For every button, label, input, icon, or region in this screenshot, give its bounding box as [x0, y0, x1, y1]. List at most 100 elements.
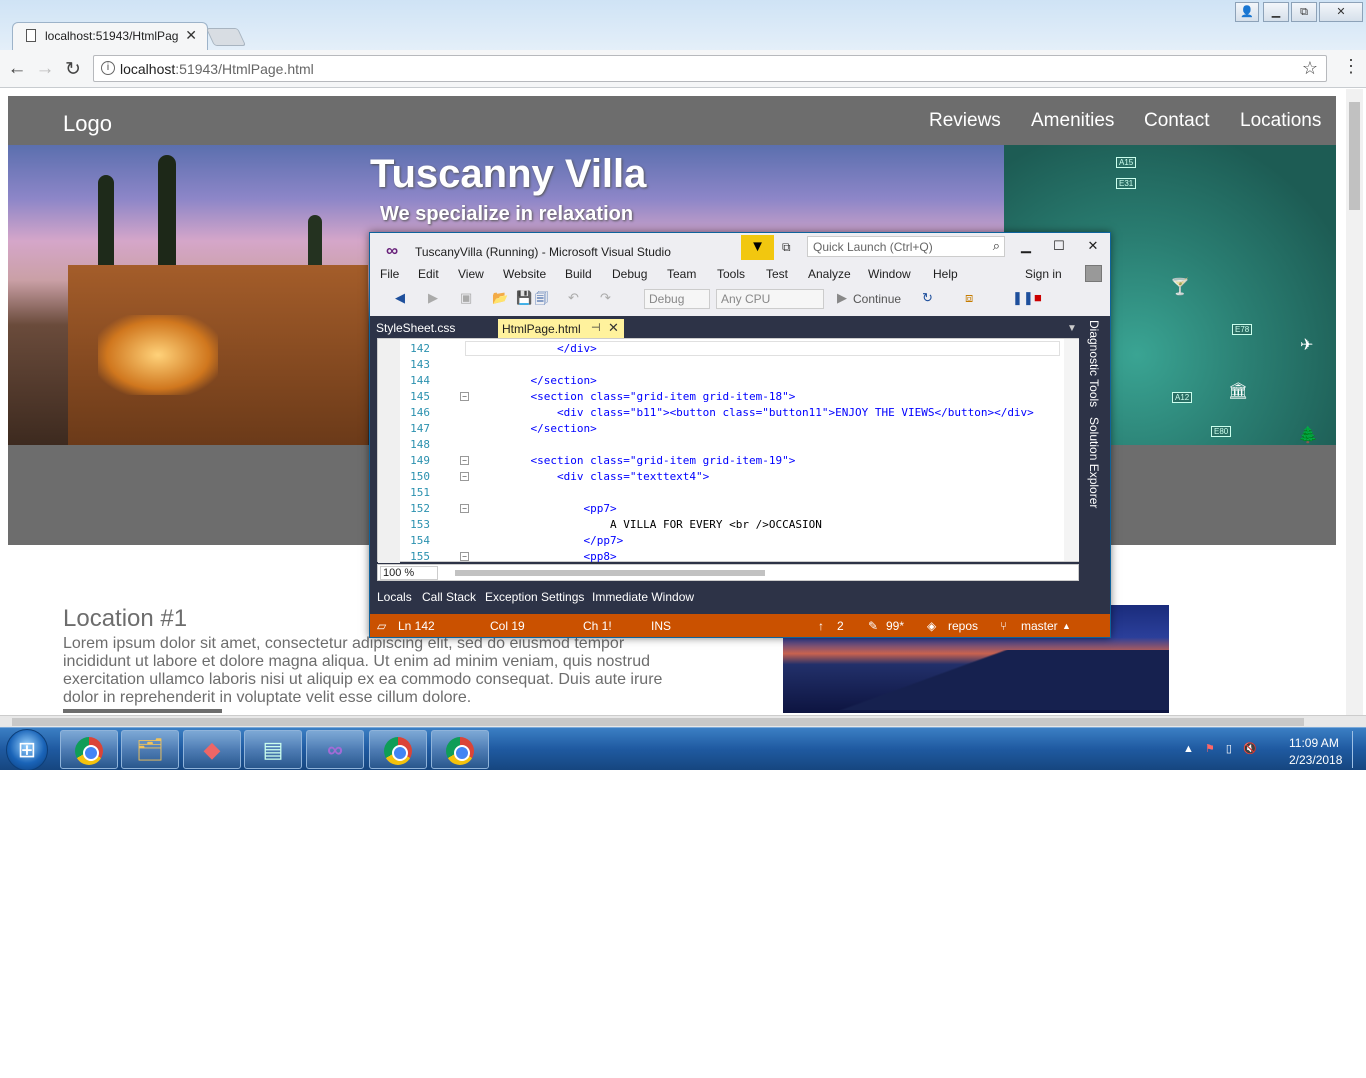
- vs-close-icon[interactable]: ✕: [1083, 238, 1103, 254]
- save-all-icon[interactable]: 🗐: [535, 290, 548, 312]
- pencil-icon[interactable]: ✎: [868, 619, 878, 633]
- back-icon[interactable]: ←: [6, 58, 28, 80]
- solution-explorer-tab[interactable]: Solution Explorer: [1087, 417, 1101, 508]
- tray-expand-icon[interactable]: ▲: [1183, 743, 1194, 755]
- collapse-icon[interactable]: −: [460, 472, 469, 481]
- code-lines[interactable]: 142 143 144 145 146 147 148 149 150 151 …: [400, 340, 1065, 564]
- continue-icon[interactable]: ▶: [837, 290, 847, 306]
- user-profile-button[interactable]: 👤: [1235, 2, 1259, 22]
- tab-call-stack[interactable]: Call Stack: [422, 590, 476, 604]
- avatar[interactable]: [1085, 265, 1102, 282]
- diagnostic-tools-tab[interactable]: Diagnostic Tools: [1087, 320, 1101, 407]
- tab-close-icon[interactable]: ✕: [185, 27, 197, 44]
- windows-start-icon[interactable]: ⊞: [6, 729, 48, 770]
- vs-maximize-icon[interactable]: ☐: [1049, 238, 1069, 254]
- continue-button[interactable]: Continue: [853, 292, 901, 306]
- paint-icon[interactable]: ◆: [183, 730, 241, 769]
- browse-icon[interactable]: ⧈: [965, 290, 973, 306]
- site-logo[interactable]: Logo: [63, 111, 112, 137]
- undo-icon[interactable]: ↶: [568, 290, 579, 306]
- redo-icon[interactable]: ↷: [600, 290, 611, 306]
- status-repo[interactable]: repos: [948, 619, 978, 633]
- browser-tab[interactable]: localhost:51943/HtmlPag ✕: [12, 22, 208, 50]
- menu-build[interactable]: Build: [565, 267, 592, 281]
- menu-view[interactable]: View: [458, 267, 484, 281]
- restore-button[interactable]: ⧉: [1291, 2, 1317, 22]
- vs-minimize-icon[interactable]: ▁: [1016, 238, 1036, 254]
- tab-immediate-window[interactable]: Immediate Window: [592, 590, 694, 604]
- close-window-button[interactable]: ✕: [1319, 2, 1363, 22]
- collapse-icon[interactable]: −: [460, 456, 469, 465]
- new-tab-button[interactable]: [205, 28, 247, 46]
- new-project-icon[interactable]: ▣: [460, 290, 472, 306]
- status-push-count[interactable]: 2: [837, 619, 844, 633]
- nav-reviews[interactable]: Reviews: [929, 110, 1001, 132]
- configuration-dropdown[interactable]: Debug: [644, 289, 710, 309]
- quick-launch-input[interactable]: Quick Launch (Ctrl+Q) ⌕: [807, 236, 1005, 257]
- tab-htmlpage[interactable]: HtmlPage.html ⊣ ✕: [498, 319, 624, 339]
- tab-exception-settings[interactable]: Exception Settings: [485, 590, 584, 604]
- pause-icon[interactable]: ❚❚: [1012, 290, 1034, 306]
- info-icon[interactable]: i: [101, 61, 115, 75]
- menu-window[interactable]: Window: [868, 267, 911, 281]
- filter-icon[interactable]: ▼: [741, 235, 774, 260]
- zoom-dropdown[interactable]: 100 %: [380, 566, 438, 580]
- sign-in-link[interactable]: Sign in: [1025, 267, 1062, 281]
- nav-amenities[interactable]: Amenities: [1031, 110, 1114, 132]
- forward-icon[interactable]: →: [34, 58, 56, 80]
- tab-locals[interactable]: Locals: [377, 590, 412, 604]
- menu-tools[interactable]: Tools: [717, 267, 745, 281]
- notepad-icon[interactable]: ▤: [244, 730, 302, 769]
- collapse-icon[interactable]: −: [460, 504, 469, 513]
- reload-icon[interactable]: ↻: [62, 58, 84, 81]
- menu-edit[interactable]: Edit: [418, 267, 439, 281]
- clock-time[interactable]: 11:09 AM: [1289, 736, 1339, 750]
- page-horizontal-scrollbar[interactable]: [0, 715, 1366, 727]
- collapse-icon[interactable]: −: [460, 392, 469, 401]
- menu-analyze[interactable]: Analyze: [808, 267, 851, 281]
- code-editor[interactable]: 142 143 144 145 146 147 148 149 150 151 …: [377, 338, 1079, 564]
- pin-icon[interactable]: ⊣: [591, 321, 601, 334]
- restart-icon[interactable]: ↻: [922, 290, 933, 306]
- file-explorer-icon[interactable]: 🗂: [121, 730, 179, 769]
- branch-dropdown-icon[interactable]: ▲: [1062, 621, 1071, 631]
- stop-icon[interactable]: ■: [1034, 290, 1042, 305]
- feedback-icon[interactable]: ⧉: [782, 240, 791, 255]
- bookmark-star-icon[interactable]: ☆: [1302, 58, 1318, 79]
- collapse-icon[interactable]: −: [460, 552, 469, 561]
- navigate-back-icon[interactable]: ◀: [395, 290, 405, 306]
- browser-menu-icon[interactable]: ⋮: [1342, 56, 1360, 77]
- menu-test[interactable]: Test: [766, 267, 788, 281]
- editor-horizontal-scrollbar[interactable]: [455, 570, 765, 576]
- clock-date[interactable]: 2/23/2018: [1289, 753, 1342, 767]
- chrome-icon[interactable]: [431, 730, 489, 769]
- open-folder-icon[interactable]: 📂: [492, 290, 508, 306]
- repository-icon[interactable]: ◈: [927, 619, 936, 633]
- tabs-dropdown-icon[interactable]: ▼: [1067, 323, 1077, 334]
- push-icon[interactable]: ↑: [818, 619, 824, 633]
- menu-team[interactable]: Team: [667, 267, 696, 281]
- menu-file[interactable]: File: [380, 267, 399, 281]
- volume-muted-icon[interactable]: 🔇: [1243, 743, 1257, 755]
- platform-dropdown[interactable]: Any CPU: [716, 289, 824, 309]
- save-icon[interactable]: 💾: [516, 290, 532, 306]
- chrome-icon[interactable]: [369, 730, 427, 769]
- scrollbar-thumb[interactable]: [1349, 102, 1360, 210]
- tab-stylesheet[interactable]: StyleSheet.css: [376, 321, 455, 335]
- chrome-icon[interactable]: [60, 730, 118, 769]
- minimize-button[interactable]: ▁: [1263, 2, 1289, 22]
- scrollbar-thumb[interactable]: [12, 718, 1304, 726]
- action-center-flag-icon[interactable]: ⚑: [1205, 743, 1215, 755]
- menu-help[interactable]: Help: [933, 267, 958, 281]
- nav-contact[interactable]: Contact: [1144, 110, 1209, 132]
- visual-studio-icon[interactable]: ∞: [306, 730, 364, 769]
- status-pending-changes[interactable]: 99*: [886, 619, 904, 633]
- branch-icon[interactable]: ⑂: [1000, 619, 1007, 633]
- navigate-forward-icon[interactable]: ▶: [428, 290, 438, 306]
- address-bar[interactable]: i localhost:51943/HtmlPage.html ☆: [93, 55, 1327, 82]
- battery-icon[interactable]: ▯: [1226, 743, 1232, 755]
- close-tab-icon[interactable]: ✕: [608, 320, 619, 336]
- page-vertical-scrollbar[interactable]: [1346, 89, 1363, 715]
- nav-locations[interactable]: Locations: [1240, 110, 1321, 132]
- editor-vertical-scrollbar[interactable]: [1064, 339, 1079, 561]
